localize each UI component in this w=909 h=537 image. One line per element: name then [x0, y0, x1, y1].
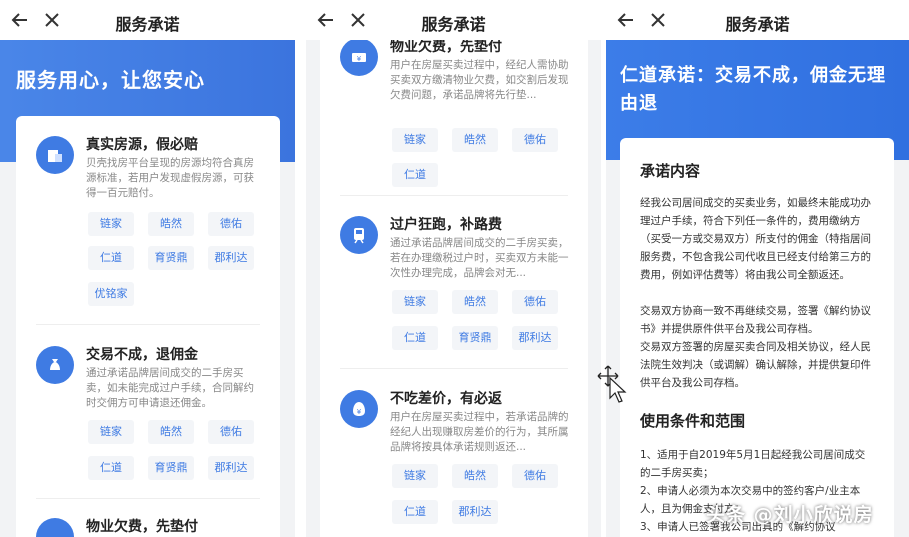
page-title: 服务承诺 — [421, 15, 486, 34]
nav-bar: 服务承诺 — [606, 0, 909, 40]
brand-tag[interactable]: 皓然 — [452, 290, 498, 314]
brand-tag[interactable]: 链家 — [392, 464, 438, 488]
item-title: 不吃差价，有必返 — [390, 391, 502, 407]
brand-tag[interactable]: 育贤鼎 — [452, 326, 498, 350]
brand-tag[interactable]: 链家 — [392, 128, 438, 152]
brand-tag[interactable]: 皓然 — [148, 212, 194, 236]
page-title: 服务承诺 — [725, 15, 790, 34]
brand-tag[interactable]: 仁道 — [392, 500, 438, 524]
paragraph: 1、适用于自2019年5月1日起经我公司居间成交的二手房买卖； — [640, 449, 866, 479]
item-title: 真实房源，假必赔 — [86, 137, 198, 153]
item-desc: 贝壳找房平台呈现的房源均符合真房源标准，若用户发现虚假房源，可获得一百元赔付。 — [86, 157, 254, 199]
brand-tag[interactable]: 链家 — [88, 420, 134, 444]
watermark: 头条 @刘小欣说房 — [706, 504, 874, 526]
brand-tag[interactable]: 德佑 — [512, 464, 558, 488]
brand-tag[interactable]: 仁道 — [88, 246, 134, 270]
item-desc: 用户在房屋买卖过程中，若承诺品牌的经纪人出现赚取房差价的行为，其所属品牌将按具体… — [390, 411, 569, 453]
hero-title: 仁道承诺：交易不成，佣金无理由退 — [620, 65, 886, 114]
money-icon: ¥ — [340, 390, 378, 428]
brand-tag[interactable]: 仁道 — [88, 456, 134, 480]
divider — [36, 498, 260, 499]
brand-tag[interactable]: 郡利达 — [208, 456, 254, 480]
item-title: 交易不成，退佣金 — [86, 347, 198, 363]
paragraph: 交易双方协商一致不再继续交易，签署《解约协议书》并提供原件供平台及我公司存档。 — [640, 305, 871, 335]
ticket-icon — [36, 518, 74, 537]
divider — [340, 195, 568, 196]
item-desc: 用户在房屋买卖过程中，经纪人需协助买卖双方缴清物业欠费，如交割后发现欠费问题，承… — [390, 59, 569, 101]
brand-tag[interactable]: 德佑 — [512, 128, 558, 152]
brand-tag[interactable]: 皓然 — [148, 420, 194, 444]
brand-tag[interactable]: 郡利达 — [452, 500, 498, 524]
item-desc: 通过承诺品牌居间成交的二手房买卖，如未能完成过户手续，合同解约时交佣方可申请退还… — [86, 367, 254, 409]
item-title: 过户狂跑，补路费 — [390, 217, 502, 233]
brand-tag[interactable]: 仁道 — [392, 163, 438, 187]
screen-panel-1: 服务承诺 服务用心，让您安心 真实房源，假必赔 贝壳找房平台呈现的房源均符合真房… — [0, 0, 295, 537]
paragraph: 交易双方签署的房屋买卖合同及相关协议，经人民法院生效判决（或调解）确认解除，并提… — [640, 341, 871, 389]
brand-tag[interactable]: 德佑 — [208, 212, 254, 236]
divider — [340, 368, 568, 369]
divider — [36, 324, 260, 325]
ticket-icon: ¥ — [340, 38, 378, 76]
brand-tag[interactable]: 链家 — [392, 290, 438, 314]
house-icon — [36, 136, 74, 174]
hero-title: 服务用心，让您安心 — [16, 68, 205, 92]
brand-tag[interactable]: 育贤鼎 — [148, 246, 194, 270]
screen-panel-3: 服务承诺 仁道承诺：交易不成，佣金无理由退 承诺内容 经我公司居间成交的买卖业务… — [606, 0, 909, 537]
detail-card: 承诺内容 经我公司居间成交的买卖业务，如最终未能成功办理过户手续，符合下列任一条… — [620, 138, 894, 537]
money-bag-icon — [36, 346, 74, 384]
nav-bar: 服务承诺 — [0, 0, 295, 40]
move-cursor-icon — [597, 365, 627, 403]
brand-tag[interactable]: 德佑 — [208, 420, 254, 444]
page-title: 服务承诺 — [115, 15, 180, 34]
promise-card: 真实房源，假必赔 贝壳找房平台呈现的房源均符合真房源标准，若用户发现虚假房源，可… — [16, 116, 280, 537]
promise-list[interactable]: ¥ 物业欠费，先垫付 用户在房屋买卖过程中，经纪人需协助买卖双方缴清物业欠费，如… — [320, 38, 588, 537]
brand-tag[interactable]: 郡利达 — [208, 246, 254, 270]
svg-text:¥: ¥ — [357, 55, 362, 63]
section-title: 承诺内容 — [640, 162, 701, 180]
item-title: 物业欠费，先垫付 — [86, 519, 198, 535]
section-title: 使用条件和范围 — [640, 412, 746, 430]
item-desc: 通过承诺品牌居间成交的二手房买卖，若在办理缴税过户时，买卖双方未能一次性办理完成… — [390, 237, 569, 279]
brand-tag[interactable]: 皓然 — [452, 128, 498, 152]
nav-bar: 服务承诺 — [306, 0, 601, 40]
brand-tag[interactable]: 育贤鼎 — [148, 456, 194, 480]
brand-tag[interactable]: 仁道 — [392, 326, 438, 350]
screen-panel-2: 服务承诺 ¥ 物业欠费，先垫付 用户在房屋买卖过程中，经纪人需协助买卖双方缴清物… — [306, 0, 601, 537]
brand-tag[interactable]: 郡利达 — [512, 326, 558, 350]
brand-tag[interactable]: 优铭家 — [88, 282, 134, 306]
brand-tag[interactable]: 链家 — [88, 212, 134, 236]
brand-tag[interactable]: 皓然 — [452, 464, 498, 488]
train-icon — [340, 216, 378, 254]
brand-tag[interactable]: 德佑 — [512, 290, 558, 314]
svg-text:¥: ¥ — [357, 408, 362, 416]
paragraph: 经我公司居间成交的买卖业务，如最终未能成功办理过户手续，符合下列任一条件的，费用… — [640, 197, 871, 281]
